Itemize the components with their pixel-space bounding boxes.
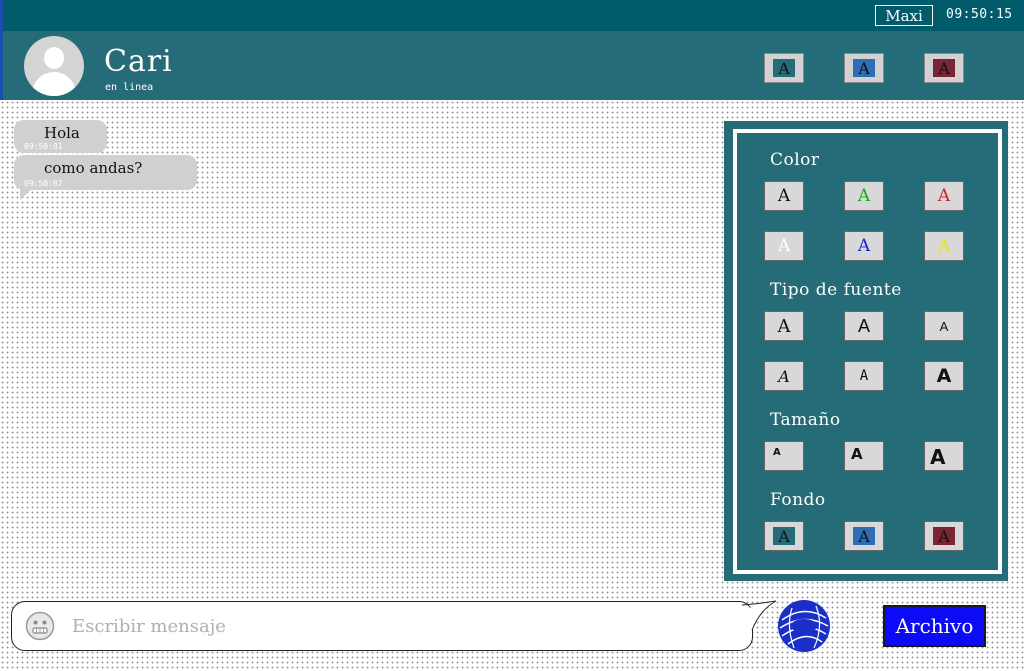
avatar-head-shape (44, 47, 64, 69)
option-glyph: A (777, 315, 791, 337)
message-time: 09:50:07 (24, 179, 63, 188)
contact-name: Cari (104, 44, 173, 79)
background-option-blue[interactable]: A (844, 521, 884, 551)
option-glyph: A (853, 527, 875, 546)
theme-button-maroon[interactable]: A (924, 53, 964, 83)
font-option-sans[interactable]: A (844, 311, 884, 341)
option-glyph: A (773, 447, 781, 458)
smiley-icon[interactable] (25, 611, 55, 641)
font-option-sans-bold[interactable]: A (924, 361, 964, 391)
message-text: Hola (44, 124, 80, 142)
option-glyph: A (930, 445, 946, 469)
color-option-white[interactable]: A (764, 231, 804, 261)
option-glyph: A (773, 527, 795, 546)
font-option-mono[interactable]: A (844, 361, 884, 391)
user-avatar-icon[interactable] (24, 36, 84, 96)
option-glyph: A (857, 236, 871, 256)
size-section-title: Tamaño (770, 410, 841, 430)
theme-button-teal[interactable]: A (764, 53, 804, 83)
option-glyph: A (939, 318, 949, 334)
size-option-medium[interactable]: A (844, 441, 884, 471)
theme-button-blue[interactable]: A (844, 53, 884, 83)
message-text: como andas? (44, 159, 143, 177)
option-glyph: A (857, 315, 870, 336)
color-option-red[interactable]: A (924, 181, 964, 211)
clock: 09:50:15 (946, 7, 1013, 22)
theme-swatch: A (773, 59, 795, 78)
color-option-black[interactable]: A (764, 181, 804, 211)
theme-swatch: A (853, 59, 875, 78)
size-option-large[interactable]: A (924, 441, 964, 471)
message-time: 09:50:01 (24, 142, 63, 151)
contact-status: en linea (105, 82, 154, 93)
option-glyph: A (778, 366, 790, 386)
option-glyph: A (777, 186, 791, 206)
color-option-yellow[interactable]: A (924, 231, 964, 261)
color-option-blue[interactable]: A (844, 231, 884, 261)
font-option-script[interactable]: A (764, 361, 804, 391)
message-bubble: Hola 09:50:01 (14, 120, 107, 153)
font-option-light[interactable]: A (924, 311, 964, 341)
top-status-bar: Maxi 09:50:15 (3, 0, 1024, 31)
file-button[interactable]: Archivo (883, 605, 986, 647)
option-glyph: A (936, 365, 952, 387)
option-glyph: A (857, 186, 871, 206)
option-glyph: A (937, 186, 951, 206)
background-option-teal[interactable]: A (764, 521, 804, 551)
option-glyph: A (777, 236, 791, 256)
message-input[interactable] (72, 612, 732, 640)
option-glyph: A (851, 445, 863, 463)
message-bubble: como andas? 09:50:07 (14, 155, 197, 200)
font-section-title: Tipo de fuente (770, 280, 902, 300)
font-option-serif-bold[interactable]: A (764, 311, 804, 341)
theme-swatch: A (933, 59, 955, 78)
chat-header: Cari en linea A A A (3, 31, 1024, 100)
option-glyph: A (933, 527, 955, 546)
background-section-title: Fondo (770, 490, 826, 510)
background-option-maroon[interactable]: A (924, 521, 964, 551)
option-glyph: A (859, 368, 869, 384)
color-section-title: Color (770, 150, 820, 170)
bubble-tail (20, 189, 32, 200)
current-user-badge[interactable]: Maxi (875, 5, 933, 26)
size-option-small[interactable]: A (764, 441, 804, 471)
option-glyph: A (937, 236, 951, 256)
color-option-green[interactable]: A (844, 181, 884, 211)
avatar-body-shape (32, 72, 76, 96)
send-logo-icon[interactable] (776, 598, 832, 654)
